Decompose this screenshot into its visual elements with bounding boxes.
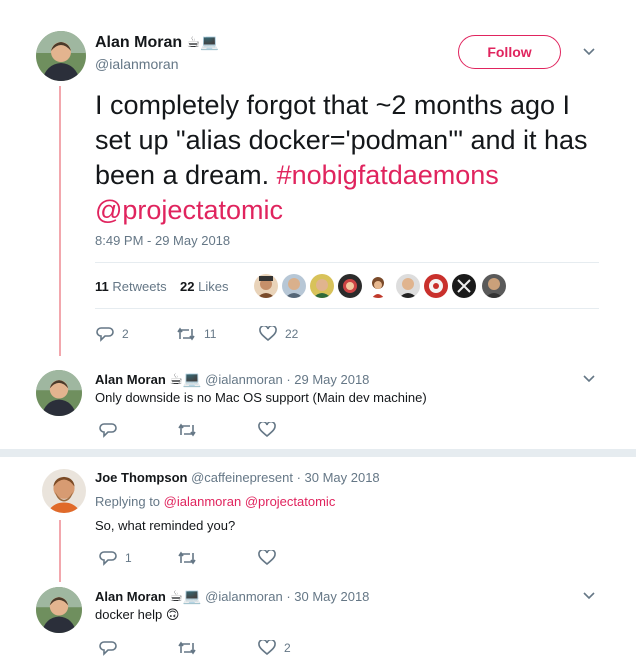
reply-date[interactable]: · 29 May 2018 [286,372,369,387]
reply-icon [99,641,117,656]
liker-avatar[interactable] [338,274,362,298]
retweet-action[interactable]: 11 [176,326,216,342]
retweets-label: Retweets [112,279,167,294]
replying-to: Replying to @ialanmoran @projectatomic [95,494,335,509]
reply-text: docker help 🙃 [95,607,179,623]
reply-text-body: docker help [95,607,163,622]
reply-action[interactable] [99,422,117,438]
reply-author-handle[interactable]: @ialanmoran [205,589,283,604]
conversation-divider [0,449,636,457]
likes-count: 22 [180,279,195,294]
retweet-icon [178,423,196,437]
like-icon [258,422,276,438]
reply-text: Only downside is no Mac OS support (Main… [95,390,427,405]
reply-header: Alan Moran ☕💻 @ialanmoran · 30 May 2018 [95,587,369,605]
like-action[interactable] [258,422,276,438]
reply-date[interactable]: · 30 May 2018 [297,470,380,485]
reply-author-handle[interactable]: @caffeinepresent [191,470,293,485]
like-count: 22 [285,327,299,341]
thread-line [59,520,61,582]
main-author-header: Alan Moran ☕💻 [95,33,219,52]
retweet-icon [178,641,196,655]
likes-label: Likes [198,279,229,294]
liker-avatar[interactable] [254,274,278,298]
reply-icon [99,551,117,566]
reply-author-badges: ☕💻 [169,588,202,605]
retweet-count: 11 [204,327,217,341]
main-author-avatar[interactable] [36,31,86,81]
reply-author-avatar[interactable] [36,587,82,633]
retweets-count: 11 [95,279,109,294]
main-tweet-text: I completely forgot that ~2 months ago I… [95,88,610,228]
mention-link[interactable]: @projectatomic [95,195,283,225]
retweet-action[interactable] [177,550,197,566]
reply-author-avatar[interactable] [42,469,86,513]
reply-icon [99,423,117,438]
reply-action[interactable] [99,640,117,656]
liker-avatar[interactable] [424,274,448,298]
like-action[interactable]: 2 [258,640,291,656]
reply-author-name[interactable]: Alan Moran [95,589,166,604]
retweet-icon [178,551,196,565]
reply-action[interactable]: 1 [99,550,132,566]
reply-header: Alan Moran ☕💻 @ialanmoran · 29 May 2018 [95,370,369,388]
reply-author-avatar[interactable] [36,370,82,416]
like-icon [258,550,276,566]
liker-avatar[interactable] [396,274,420,298]
reply-text: So, what reminded you? [95,518,236,533]
replying-to-label: Replying to [95,494,161,509]
main-author-handle[interactable]: @ialanmoran [95,56,178,72]
hashtag-link[interactable]: #nobigfatdaemons [277,160,499,190]
reply-header: Joe Thompson @caffeinepresent · 30 May 2… [95,470,380,485]
stats-divider-top [95,262,599,263]
liker-avatar[interactable] [366,274,390,298]
main-tweet-timestamp[interactable]: 8:49 PM - 29 May 2018 [95,233,230,248]
main-author-badges: ☕💻 [186,34,219,51]
reply-icon [96,327,114,342]
chevron-down-icon[interactable] [583,48,595,56]
retweet-action[interactable] [177,422,197,438]
reply-text-emoji: 🙃 [165,607,180,622]
liker-avatar[interactable] [482,274,506,298]
liker-avatar[interactable] [310,274,334,298]
like-stats[interactable]: 22 Likes [180,279,228,294]
chevron-down-icon[interactable] [583,592,595,600]
liker-avatar[interactable] [452,274,476,298]
retweet-action[interactable] [177,640,197,656]
like-icon [258,640,276,656]
retweet-stats[interactable]: 11 Retweets [95,279,167,294]
reply-count: 1 [125,551,132,565]
reply-author-name[interactable]: Joe Thompson [95,470,187,485]
chevron-down-icon[interactable] [583,375,595,383]
reply-author-handle[interactable]: @ialanmoran [205,372,283,387]
reply-count: 2 [122,327,129,341]
thread-line [59,86,61,356]
stats-divider-bottom [95,308,599,309]
reply-author-name[interactable]: Alan Moran [95,372,166,387]
like-icon [259,326,277,342]
reply-date[interactable]: · 30 May 2018 [286,589,369,604]
reply-author-badges: ☕💻 [169,371,202,388]
reply-action[interactable]: 2 [96,326,129,342]
retweet-icon [177,327,195,341]
replying-to-mention[interactable]: @projectatomic [245,494,336,509]
liker-avatar[interactable] [282,274,306,298]
follow-button[interactable]: Follow [458,35,561,69]
like-count: 2 [284,641,291,655]
main-author-name[interactable]: Alan Moran [95,34,182,51]
replying-to-mention[interactable]: @ialanmoran [164,494,242,509]
like-action[interactable]: 22 [259,326,298,342]
like-action[interactable] [258,550,276,566]
